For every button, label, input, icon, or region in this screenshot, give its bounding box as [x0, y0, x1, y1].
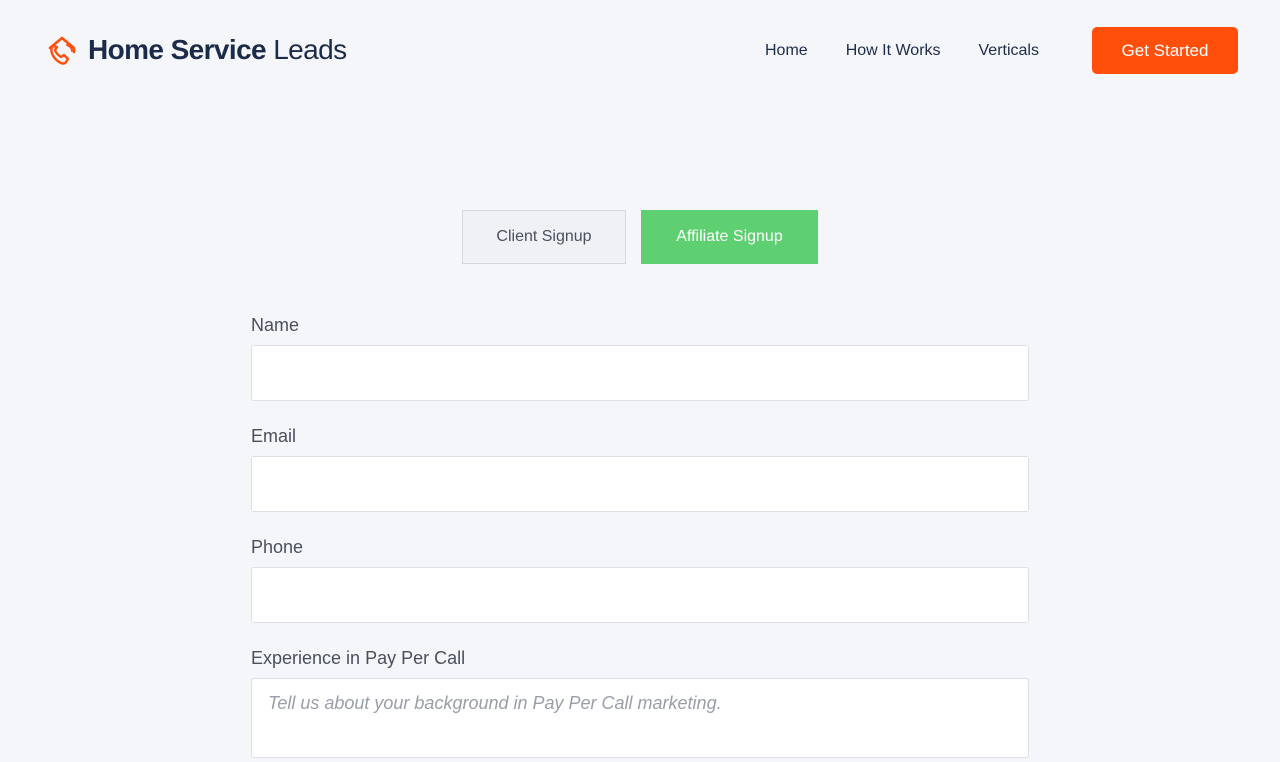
house-phone-icon	[44, 32, 80, 68]
nav-home[interactable]: Home	[746, 38, 827, 64]
tab-affiliate-signup[interactable]: Affiliate Signup	[641, 210, 818, 264]
site-header: Home Service Leads Home How It Works Ver…	[0, 0, 1280, 100]
email-field[interactable]	[251, 456, 1029, 512]
get-started-button[interactable]: Get Started	[1092, 27, 1238, 74]
name-label: Name	[251, 315, 300, 335]
main-nav: Home How It Works Verticals	[746, 38, 1058, 64]
experience-textarea[interactable]	[251, 678, 1029, 758]
name-field[interactable]	[251, 345, 1029, 401]
nav-how-it-works[interactable]: How It Works	[827, 38, 960, 64]
experience-label: Experience in Pay Per Call	[251, 648, 466, 668]
affiliate-signup-form: Name Email Phone Experience in Pay Per C…	[251, 313, 1029, 762]
signup-tabs: Client Signup Affiliate Signup	[462, 210, 818, 264]
nav-verticals[interactable]: Verticals	[960, 38, 1058, 64]
brand-name-strong: Home Service	[88, 34, 267, 65]
brand-name-light: Leads	[273, 34, 347, 65]
brand-logo[interactable]: Home Service Leads	[44, 32, 347, 68]
phone-label: Phone	[251, 537, 304, 557]
email-label: Email	[251, 426, 297, 446]
brand-name: Home Service Leads	[88, 34, 347, 66]
phone-field[interactable]	[251, 567, 1029, 623]
tab-client-signup[interactable]: Client Signup	[462, 210, 626, 264]
